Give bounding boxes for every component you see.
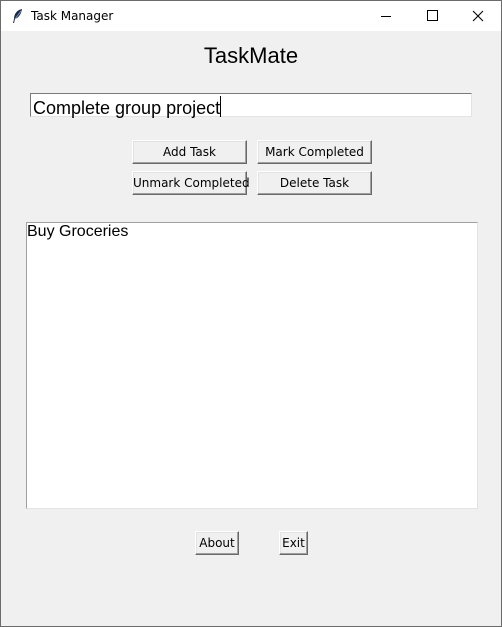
maximize-button[interactable] <box>409 1 455 31</box>
text-caret <box>220 96 222 117</box>
delete-task-button[interactable]: Delete Task <box>257 171 372 195</box>
app-title: TaskMate <box>203 43 299 68</box>
feather-icon <box>11 8 25 24</box>
exit-button[interactable]: Exit <box>279 531 308 555</box>
app-window: Task Manager TaskMate Complete group pro… <box>0 0 502 627</box>
mark-completed-button[interactable]: Mark Completed <box>257 140 372 164</box>
minimize-button[interactable] <box>363 1 409 31</box>
list-item[interactable]: Buy Groceries <box>27 223 128 241</box>
close-icon <box>472 10 484 22</box>
task-input[interactable]: Complete group project <box>30 93 472 118</box>
unmark-completed-button[interactable]: Unmark Completed <box>132 171 250 195</box>
close-button[interactable] <box>455 1 501 31</box>
task-input-text: Complete group project <box>33 96 222 118</box>
add-task-button[interactable]: Add Task <box>132 140 247 164</box>
window-title: Task Manager <box>31 9 114 23</box>
minimize-icon <box>381 16 391 17</box>
about-button[interactable]: About <box>195 531 239 555</box>
title-bar[interactable]: Task Manager <box>1 1 501 31</box>
maximize-icon <box>427 10 438 21</box>
task-list[interactable]: Buy Groceries <box>26 222 478 509</box>
